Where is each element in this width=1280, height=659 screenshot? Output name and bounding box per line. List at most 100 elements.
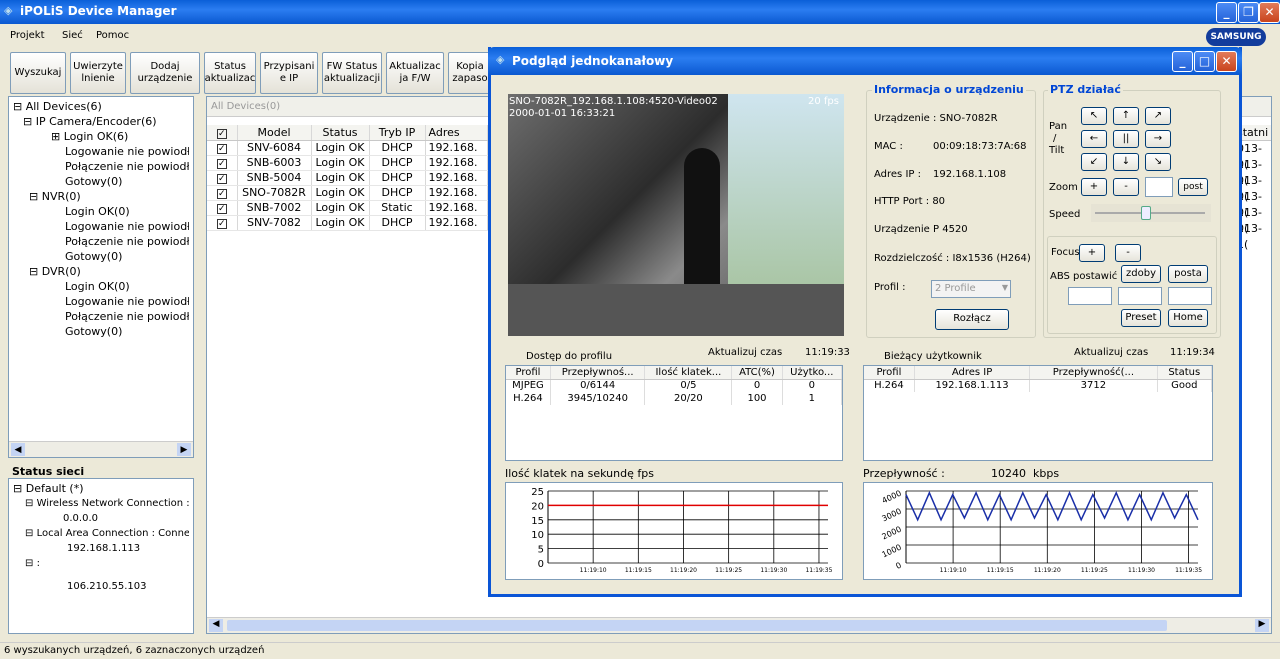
tree-dvr-fail[interactable]: Logowanie nie powiodł (13, 294, 189, 309)
ptz-right-button[interactable]: → (1145, 130, 1171, 148)
disconnect-button[interactable]: Rozłącz (935, 309, 1009, 330)
net-lan[interactable]: ⊟ Local Area Connection : Conne (13, 526, 189, 541)
home-button[interactable]: Home (1168, 309, 1208, 327)
ptz-stop-button[interactable]: || (1113, 130, 1139, 148)
dialog-minimize-button[interactable]: _ (1172, 51, 1193, 72)
focus-out-button[interactable]: - (1115, 244, 1141, 262)
zoom-out-button[interactable]: - (1113, 178, 1139, 196)
table-row[interactable]: ✓ SNB-7002 Login OK Static 192.168. (207, 200, 488, 216)
abs-get-button[interactable]: zdoby (1121, 265, 1161, 283)
tree-nvr-ready[interactable]: Gotowy(0) (13, 249, 189, 264)
preview-dialog[interactable]: ◈ Podgląd jednokanałowy _ □ ✕ SNO-7082R_… (488, 47, 1242, 597)
col-profil[interactable]: Profil (506, 366, 551, 380)
tree-nvr-conn[interactable]: Połączenie nie powiodł (13, 234, 189, 249)
row-checkbox[interactable]: ✓ (216, 174, 227, 184)
ptz-down-left-button[interactable]: ↙ (1081, 153, 1107, 171)
table-row[interactable]: ✓ SNV-6084 Login OK DHCP 192.168. (207, 140, 488, 156)
tree-nvr[interactable]: ⊟ NVR(0) (13, 189, 189, 204)
menu-projekt[interactable]: Projekt (10, 30, 45, 41)
abs-set-button[interactable]: posta (1168, 265, 1208, 283)
update-status-button[interactable]: Status aktualizac (204, 52, 256, 94)
ptz-down-button[interactable]: ↓ (1113, 153, 1139, 171)
ptz-left-button[interactable]: ← (1081, 130, 1107, 148)
profile-access-table[interactable]: Profil Przepływnoś... Ilość klatek... AT… (505, 365, 843, 461)
zoom-in-button[interactable]: + (1081, 178, 1107, 196)
list-hscrollbar[interactable]: ◀ ▶ (207, 617, 1271, 633)
abs-pan-input[interactable] (1068, 287, 1112, 305)
row-checkbox[interactable]: ✓ (216, 144, 227, 154)
close-button[interactable]: ✕ (1259, 2, 1280, 23)
add-device-button[interactable]: Dodaj urządzenie (130, 52, 200, 94)
abs-tilt-input[interactable] (1118, 287, 1162, 305)
device-table[interactable]: ✓ Model Status Tryb IP Adres ✓ SNV-6084 Lo… (207, 125, 488, 231)
row-checkbox[interactable]: ✓ (216, 204, 227, 214)
zoom-input[interactable] (1145, 177, 1173, 197)
dialog-title-bar[interactable]: ◈ Podgląd jednokanałowy _ □ ✕ (488, 47, 1242, 75)
col-atc[interactable]: ATC(%) (731, 366, 783, 380)
tree-all-devices[interactable]: ⊟ All Devices(6) (13, 99, 189, 114)
net-other[interactable]: ⊟ : (13, 556, 189, 571)
fw-status-button[interactable]: FW Status aktualizacji (322, 52, 382, 94)
col-user-bitrate[interactable]: Przepływność(... (1029, 366, 1158, 380)
tree-ipcam-ready[interactable]: Gotowy(0) (13, 174, 189, 189)
tree-ipcam[interactable]: ⊟ IP Camera/Encoder(6) (13, 114, 189, 129)
search-button[interactable]: Wyszukaj (10, 52, 66, 94)
video-view[interactable]: SNO-7082R_192.168.1.108:4520-Video02 200… (508, 94, 844, 336)
tree-nvr-fail[interactable]: Logowanie nie powiodł (13, 219, 189, 234)
net-wireless[interactable]: ⊟ Wireless Network Connection : (13, 496, 189, 511)
ip-assign-button[interactable]: Przypisani e IP (260, 52, 318, 94)
table-row[interactable]: ✓ SNO-7082R Login OK DHCP 192.168. (207, 185, 488, 201)
col-model[interactable]: Model (237, 125, 312, 141)
col-ipmode[interactable]: Tryb IP (369, 125, 426, 141)
col-address[interactable]: Adres (425, 125, 488, 141)
tree-dvr-ready[interactable]: Gotowy(0) (13, 324, 189, 339)
row-checkbox[interactable]: ✓ (216, 189, 227, 199)
col-user-status[interactable]: Status (1157, 366, 1213, 380)
col-users[interactable]: Użytko... (782, 366, 843, 380)
profile-select[interactable]: 2 Profile ▼ (931, 280, 1011, 298)
tree-ipcam-login[interactable]: ⊞ Login OK(6) (13, 129, 189, 144)
menu-siec[interactable]: Sieć (62, 30, 83, 41)
table-row[interactable]: ✓ SNV-7082 Login OK DHCP 192.168. (207, 215, 488, 231)
tree-dvr[interactable]: ⊟ DVR(0) (13, 264, 189, 279)
tree-ipcam-fail[interactable]: Logowanie nie powiodł (13, 144, 189, 159)
focus-in-button[interactable]: + (1079, 244, 1105, 262)
menu-pomoc[interactable]: Pomoc (96, 30, 129, 41)
tree-hscrollbar[interactable]: ◀ ▶ (9, 441, 193, 457)
col-status[interactable]: Status (311, 125, 370, 141)
net-default[interactable]: ⊟ Default (*) (13, 481, 189, 496)
tree-nvr-login[interactable]: Login OK(0) (13, 204, 189, 219)
table-row[interactable]: H.264 3945/10240 20/20 100 1 (506, 392, 843, 405)
row-checkbox[interactable]: ✓ (216, 219, 227, 229)
table-row[interactable]: ✓ SNB-5004 Login OK DHCP 192.168. (207, 170, 488, 186)
app-title-bar[interactable]: ◈ iPOLiS Device Manager _ ❐ ✕ (0, 0, 1280, 24)
table-row[interactable]: H.264 192.168.1.113 3712 Good (864, 379, 1213, 392)
tree-dvr-login[interactable]: Login OK(0) (13, 279, 189, 294)
preset-button[interactable]: Preset (1121, 309, 1161, 327)
col-frames[interactable]: Ilość klatek... (644, 366, 733, 380)
select-all-checkbox[interactable]: ✓ (216, 128, 227, 139)
col-last[interactable]: statni (1237, 125, 1271, 141)
speed-slider-thumb[interactable] (1141, 206, 1151, 220)
ptz-up-button[interactable]: ↑ (1113, 107, 1139, 125)
maximize-button[interactable]: ❐ (1238, 2, 1259, 23)
ptz-up-left-button[interactable]: ↖ (1081, 107, 1107, 125)
backup-button[interactable]: Kopia zapaso (448, 52, 492, 94)
zoom-post-button[interactable]: post (1178, 178, 1208, 196)
col-user-profil[interactable]: Profil (864, 366, 915, 380)
fw-update-button[interactable]: Aktualizac ja F/W (386, 52, 444, 94)
tree-ipcam-conn[interactable]: Połączenie nie powiodł (13, 159, 189, 174)
auth-button[interactable]: Uwierzyte lnienie (70, 52, 126, 94)
table-row[interactable]: ✓ SNB-6003 Login OK DHCP 192.168. (207, 155, 488, 171)
speed-slider[interactable] (1091, 204, 1211, 222)
current-user-table[interactable]: Profil Adres IP Przepływność(... Status … (863, 365, 1213, 461)
tree-dvr-conn[interactable]: Połączenie nie powiodł (13, 309, 189, 324)
table-row[interactable]: MJPEG 0/6144 0/5 0 0 (506, 379, 843, 392)
dialog-maximize-button[interactable]: □ (1194, 51, 1215, 72)
minimize-button[interactable]: _ (1216, 2, 1237, 23)
col-user-ip[interactable]: Adres IP (914, 366, 1031, 380)
network-tree[interactable]: ⊟ Default (*) ⊟ Wireless Network Connect… (8, 478, 194, 634)
col-bitrate[interactable]: Przepływnoś... (550, 366, 646, 380)
ptz-down-right-button[interactable]: ↘ (1145, 153, 1171, 171)
device-tree[interactable]: ⊟ All Devices(6) ⊟ IP Camera/Encoder(6) … (8, 96, 194, 458)
